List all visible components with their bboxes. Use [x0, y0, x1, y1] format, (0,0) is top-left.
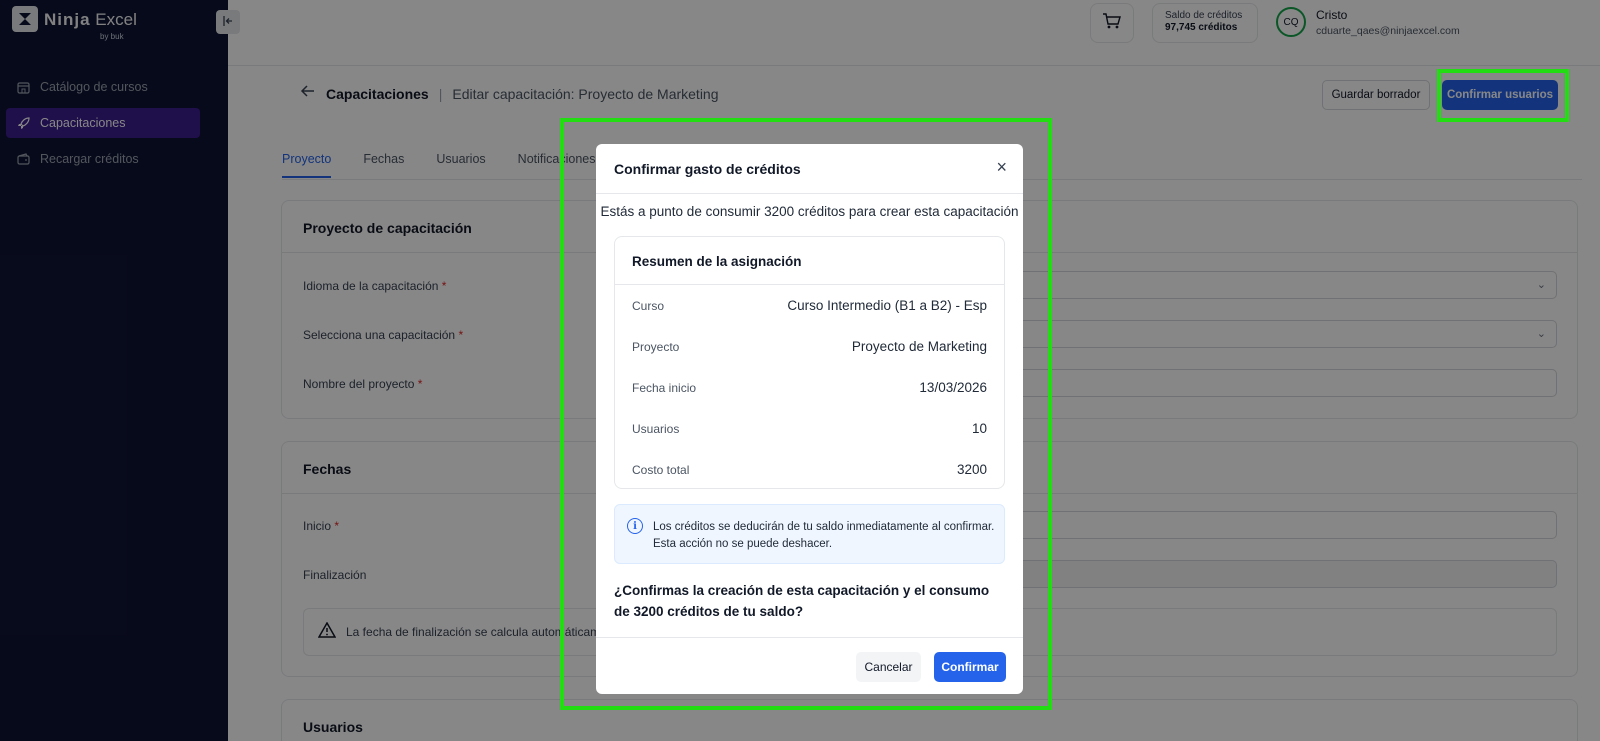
summary-value: Curso Intermedio (B1 a B2) - Esp: [787, 298, 987, 313]
summary-key: Fecha inicio: [632, 381, 697, 395]
info-notice: i Los créditos se deducirán de tu saldo …: [614, 504, 1005, 564]
summary-key: Curso: [632, 299, 665, 313]
summary-row-usuarios: Usuarios 10: [615, 408, 1004, 449]
info-icon: i: [627, 518, 643, 534]
summary-value: 3200: [956, 462, 987, 477]
summary-key: Costo total: [632, 463, 690, 477]
summary-key: Proyecto: [632, 340, 680, 354]
summary-key: Usuarios: [632, 422, 680, 436]
summary-value: 10: [971, 421, 987, 436]
summary-value: 13/03/2026: [919, 380, 987, 395]
confirm-question: ¿Confirmas la creación de esta capacitac…: [614, 583, 990, 619]
dialog-footer: Cancelar Confirmar: [596, 637, 1023, 694]
summary-title: Resumen de la asignación: [615, 237, 1004, 285]
dialog-title: Confirmar gasto de créditos: [614, 161, 801, 177]
summary-value: Proyecto de Marketing: [851, 339, 987, 354]
assignment-summary: Resumen de la asignación Curso Curso Int…: [614, 236, 1005, 489]
dialog-header: Confirmar gasto de créditos ×: [596, 144, 1023, 194]
summary-row-costo: Costo total 3200: [615, 449, 1004, 490]
dialog-intro: Estás a punto de consumir 3200 créditos …: [600, 204, 1019, 219]
cancel-button[interactable]: Cancelar: [856, 652, 921, 682]
summary-row-proyecto: Proyecto Proyecto de Marketing: [615, 326, 1004, 367]
summary-row-fecha: Fecha inicio 13/03/2026: [615, 367, 1004, 408]
confirm-button[interactable]: Confirmar: [934, 652, 1006, 682]
highlight-confirm-users: [1437, 69, 1569, 122]
info-text: Los créditos se deducirán de tu saldo in…: [653, 521, 995, 550]
summary-row-curso: Curso Curso Intermedio (B1 a B2) - Esp: [615, 285, 1004, 326]
confirm-credits-dialog: Confirmar gasto de créditos × Estás a pu…: [596, 144, 1023, 694]
close-icon[interactable]: ×: [996, 157, 1007, 178]
